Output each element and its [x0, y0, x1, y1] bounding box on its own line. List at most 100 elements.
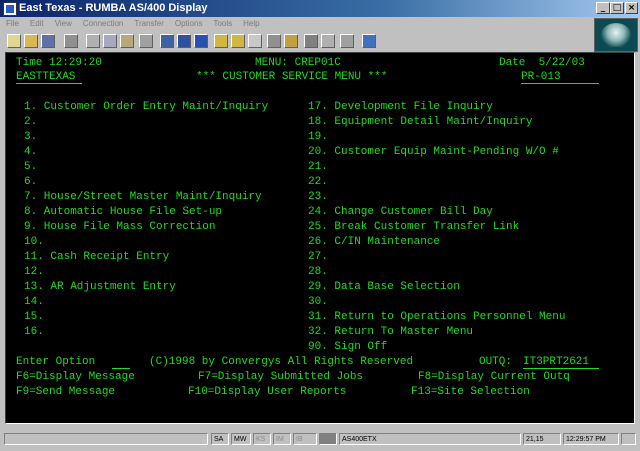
menu-view[interactable]: View — [49, 17, 77, 28]
menu-help[interactable]: Help — [237, 17, 264, 28]
menu-option[interactable]: 28. — [308, 266, 328, 278]
status-clock: 12:29:57 PM — [563, 433, 619, 445]
status-cursor-position: 21,15 — [523, 433, 561, 445]
status-sa: SA — [211, 433, 229, 445]
send-file-icon[interactable] — [214, 34, 228, 48]
save-icon[interactable] — [41, 34, 55, 48]
menu-option[interactable]: 8. Automatic House File Set-up — [24, 206, 222, 218]
window-title: East Texas - RUMBA AS/400 Display — [19, 2, 208, 14]
fkey-f10[interactable]: F10=Display User Reports — [188, 386, 346, 398]
menu-option[interactable]: 4. — [24, 146, 37, 158]
copy-icon[interactable] — [103, 34, 117, 48]
maximize-button[interactable]: □ — [610, 2, 624, 14]
clear-icon[interactable] — [139, 34, 153, 48]
option-input-field[interactable] — [112, 356, 130, 369]
menu-option[interactable]: 3. — [24, 131, 37, 143]
status-ks: KS — [253, 433, 271, 445]
fkey-f8[interactable]: F8=Display Current Outq — [418, 371, 570, 383]
connect-icon[interactable] — [160, 34, 174, 48]
menu-option[interactable]: 24. Change Customer Bill Day — [308, 206, 493, 218]
menu-option[interactable]: 16. — [24, 326, 44, 338]
minimize-button[interactable]: _ — [596, 2, 610, 14]
paste-icon[interactable] — [120, 34, 134, 48]
menu-option[interactable]: 17. Development File Inquiry — [308, 101, 493, 113]
menu-option[interactable]: 9. House File Mass Correction — [24, 221, 215, 233]
window-titlebar: East Texas - RUMBA AS/400 Display _ □ × — [0, 0, 640, 17]
menu-bar: File Edit View Connection Transfer Options Too… — [0, 17, 590, 31]
close-button[interactable]: × — [625, 2, 638, 14]
menu-options[interactable]: Options — [169, 17, 208, 28]
menu-edit[interactable]: Edit — [24, 17, 49, 28]
menu-option[interactable]: 21. — [308, 161, 328, 173]
menu-option[interactable]: 27. — [308, 251, 328, 263]
menu-option[interactable]: 15. — [24, 311, 44, 323]
screen-id-underline — [521, 71, 599, 84]
keyboard-map-icon[interactable] — [284, 34, 298, 48]
outq-underline — [523, 356, 599, 369]
outq-label: OUTQ: — [479, 356, 513, 368]
menu-option[interactable]: 10. — [24, 236, 44, 248]
menu-option[interactable]: 26. C/IN Maintenance — [308, 236, 440, 248]
record-macro-icon[interactable] — [267, 34, 281, 48]
menu-name: MENU: CREP01C — [255, 57, 341, 69]
macro-icon[interactable] — [248, 34, 262, 48]
status-im: IM — [273, 433, 291, 445]
rumba-app-icon[interactable] — [3, 2, 17, 16]
hotspot-icon[interactable] — [304, 34, 318, 48]
time-display: Time 12:29:20 — [16, 57, 102, 69]
fkey-f7[interactable]: F7=Display Submitted Jobs — [198, 371, 363, 383]
disconnect-icon[interactable] — [177, 34, 191, 48]
status-bar: SA MW KS IM IB AS400ETX 21,15 12:29:57 P… — [0, 430, 640, 451]
menu-option[interactable]: 31. Return to Operations Personnel Menu — [308, 311, 565, 323]
rumba-logo — [594, 18, 638, 52]
menu-option[interactable]: 13. AR Adjustment Entry — [24, 281, 176, 293]
terminal-screen[interactable]: Time 12:29:20 MENU: CREP01C Date 5/22/03… — [5, 52, 635, 424]
status-ib: IB — [293, 433, 317, 445]
open-icon[interactable] — [24, 34, 38, 48]
menu-option[interactable]: 90. Sign Off — [308, 341, 387, 353]
copyright-text: (C)1998 by Convergys All Rights Reserved — [149, 356, 414, 368]
transfer-icon[interactable] — [194, 34, 208, 48]
menu-option[interactable]: 18. Equipment Detail Maint/Inquiry — [308, 116, 532, 128]
menu-option[interactable]: 32. Return To Master Menu — [308, 326, 473, 338]
cut-icon[interactable] — [86, 34, 100, 48]
status-session: AS400ETX — [339, 433, 521, 445]
menu-heading: *** CUSTOMER SERVICE MENU *** — [196, 71, 388, 83]
about-icon[interactable] — [362, 34, 376, 48]
menu-option[interactable]: 29. Data Base Selection — [308, 281, 460, 293]
date-display: Date 5/22/03 — [499, 57, 585, 69]
fkey-f6[interactable]: F6=Display Message — [16, 371, 135, 383]
new-session-icon[interactable] — [7, 34, 21, 48]
fkey-f13[interactable]: F13=Site Selection — [411, 386, 530, 398]
menu-option[interactable]: 11. Cash Receipt Entry — [24, 251, 169, 263]
menu-option[interactable]: 12. — [24, 266, 44, 278]
fkey-f9[interactable]: F9=Send Message — [16, 386, 115, 398]
menu-option[interactable]: 6. — [24, 176, 37, 188]
menu-option[interactable]: 1. Customer Order Entry Maint/Inquiry — [24, 101, 268, 113]
options-icon[interactable] — [321, 34, 335, 48]
status-message-area — [4, 433, 208, 445]
menu-transfer[interactable]: Transfer — [128, 17, 169, 28]
resize-grip-icon[interactable] — [621, 433, 636, 445]
menu-tools[interactable]: Tools — [207, 17, 237, 28]
menu-option[interactable]: 25. Break Customer Transfer Link — [308, 221, 519, 233]
menu-option[interactable]: 30. — [308, 296, 328, 308]
toolbar — [0, 31, 590, 51]
menu-file[interactable]: File — [0, 17, 24, 28]
menu-option[interactable]: 22. — [308, 176, 328, 188]
menu-option[interactable]: 20. Customer Equip Maint-Pending W/O # — [308, 146, 559, 158]
menu-option[interactable]: 7. House/Street Master Maint/Inquiry — [24, 191, 262, 203]
menu-option[interactable]: 5. — [24, 161, 37, 173]
status-mw: MW — [231, 433, 251, 445]
receive-file-icon[interactable] — [231, 34, 245, 48]
company-underline — [16, 71, 82, 84]
menu-option[interactable]: 23. — [308, 191, 328, 203]
quick-print-icon[interactable] — [340, 34, 354, 48]
menu-option[interactable]: 19. — [308, 131, 328, 143]
print-icon[interactable] — [64, 34, 78, 48]
menu-option[interactable]: 2. — [24, 116, 37, 128]
menu-connection[interactable]: Connection — [77, 17, 128, 28]
menu-option[interactable]: 14. — [24, 296, 44, 308]
enter-option-label: Enter Option — [16, 356, 96, 368]
status-lock-indicator — [319, 433, 337, 445]
